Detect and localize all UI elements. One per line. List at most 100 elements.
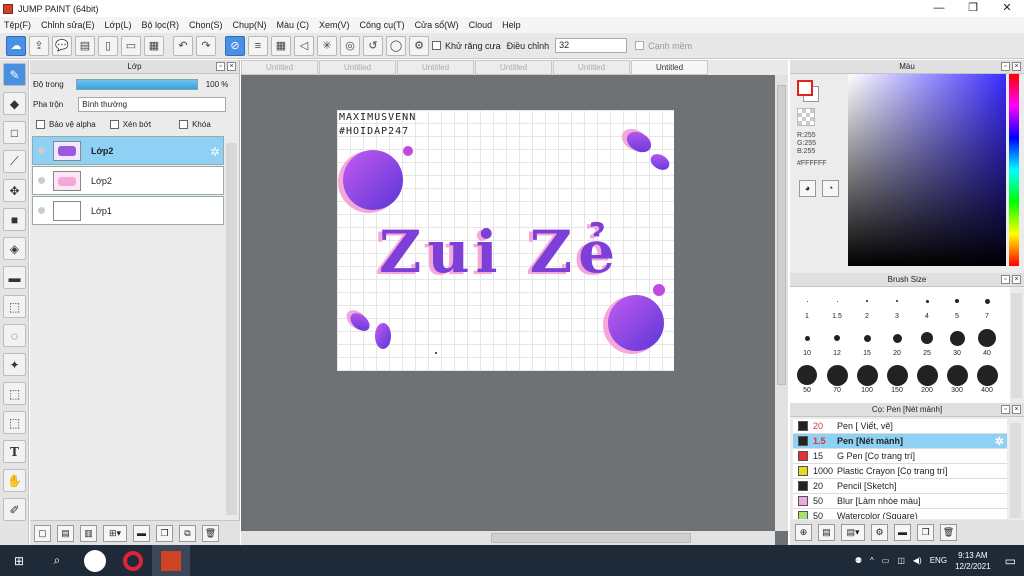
layer-item[interactable]: Lớp2 ✲ [32,136,224,165]
brush-size-option[interactable]: 70 [822,363,852,399]
folder-icon[interactable]: ▬ [133,524,150,542]
battery-icon[interactable]: ▭ [882,556,890,565]
brush-size-option[interactable]: 15 [852,326,882,362]
layer-item[interactable]: Lớp1 [32,196,224,225]
add-layer-menu-icon[interactable]: ⊞▾ [103,524,127,542]
clock[interactable]: 9:13 AM 12/2/2021 [955,550,991,572]
soft-edge-toggle[interactable]: Cạnh mềm [635,41,692,51]
network-icon[interactable]: ◫ [897,556,905,565]
brush-size-option[interactable]: 1.5 [822,289,852,325]
float-icon[interactable]: ▫ [1001,275,1010,284]
layer-scrollbar[interactable] [226,143,237,515]
hue-slider[interactable] [1009,74,1019,266]
gear-icon[interactable]: ✲ [210,145,220,159]
layer-item[interactable]: Lớp2 [32,166,224,195]
duplicate-brush-icon[interactable]: ❐ [917,524,934,541]
document-icon[interactable]: ▭ [121,35,141,56]
pen-list-item[interactable]: 20 Pen [ Viết, vẽ] [793,419,1007,434]
show-hidden-icons-icon[interactable]: ^ [870,556,874,565]
parallel-ruler-icon[interactable]: ≡ [248,35,268,56]
menu-capture[interactable]: Chụp(N) [233,20,267,30]
menu-tools[interactable]: Công cụ(T) [360,20,405,30]
menu-select[interactable]: Chọn(S) [189,20,223,30]
line-tool-icon[interactable]: ⟋ [3,150,26,173]
pen-list-item[interactable]: 1000 Plastic Crayon [Cọ trang trí] [793,464,1007,479]
select-rect-tool-icon[interactable]: ⬚ [3,295,26,318]
adjust-select[interactable]: 32 [555,38,628,53]
close-button[interactable]: ✕ [990,0,1024,17]
blend-select[interactable]: Bình thường [78,96,227,112]
brush-size-option[interactable]: 50 [792,363,822,399]
brush-size-option[interactable]: 3 [882,289,912,325]
search-icon[interactable]: ⌕ [38,545,76,576]
windows-start-icon[interactable]: ⊞ [0,545,38,576]
eyedropper-tool-icon[interactable]: ✐ [3,498,26,521]
rectangle-tool-icon[interactable]: □ [3,121,26,144]
lasso-tool-icon[interactable]: ◌ [3,324,26,347]
menu-cloud[interactable]: Cloud [469,20,493,30]
bucket-tool-icon[interactable]: ◈ [3,237,26,260]
grid-ruler-icon[interactable]: ▦ [271,35,291,56]
notification-icon[interactable]: ▭ [1005,554,1016,568]
brush-size-option[interactable]: 4 [912,289,942,325]
brush-size-option[interactable]: 5 [942,289,972,325]
hand-tool-icon[interactable]: ✋ [3,469,26,492]
brush-size-option[interactable]: 25 [912,326,942,362]
drawing-canvas[interactable]: MAXIMUSVENN #HOIDAP247 Zui Zẻ [337,110,674,371]
pen-list-item[interactable]: 50 Blur [Làm nhòe màu] [793,494,1007,509]
ruler-settings-icon[interactable]: ⚙ [409,35,429,56]
brush-size-option[interactable]: 12 [822,326,852,362]
brush-size-option[interactable]: 1 [792,289,822,325]
volume-icon[interactable]: ◀) [913,556,922,565]
select-pen-tool-icon[interactable]: ⬚ [3,382,26,405]
visibility-icon[interactable] [38,207,45,214]
ellipse-ruler-icon[interactable]: ◯ [386,35,406,56]
brush-size-option[interactable]: 400 [972,363,1002,399]
opacity-slider[interactable] [75,78,198,90]
transparent-color-icon[interactable] [797,108,815,126]
maximize-button[interactable]: ❐ [956,0,990,17]
close-panel-icon[interactable]: × [227,62,236,71]
delete-layer-icon[interactable]: 🗑 [202,524,219,542]
curve-ruler-icon[interactable]: ↺ [363,35,383,56]
brush-size-option[interactable]: 200 [912,363,942,399]
gear-icon[interactable]: ✲ [995,435,1004,448]
palette-edit-icon[interactable]: ◔ [822,180,839,197]
zalo-app-icon[interactable] [76,545,114,576]
close-panel-icon[interactable]: × [1012,405,1021,414]
canvas-horizontal-scrollbar[interactable] [241,531,775,545]
brush-size-scrollbar[interactable] [1011,293,1022,398]
brush-size-option[interactable]: 7 [972,289,1002,325]
menu-edit[interactable]: Chỉnh sửa(E) [41,20,95,30]
delete-brush-icon[interactable]: 🗑 [940,524,957,541]
redo-icon[interactable]: ↷ [196,35,216,56]
canvas-vertical-scrollbar[interactable] [775,75,788,531]
opera-browser-icon[interactable] [114,545,152,576]
menu-layer[interactable]: Lớp(L) [105,20,132,30]
undo-icon[interactable]: ↶ [173,35,193,56]
lock-checkbox[interactable] [179,119,189,129]
brush-folder-icon[interactable]: ▬ [894,524,911,541]
horizontal-scroll-thumb[interactable] [491,533,691,543]
pen-list-item[interactable]: 1.5 Pen [Nét mảnh] ✲ [793,434,1007,449]
menu-file[interactable]: Tệp(F) [4,20,31,30]
document-tab[interactable]: Untitled [241,60,318,75]
new-layer-icon[interactable]: ▢ [34,524,51,542]
pen-list-scrollbar[interactable] [1010,423,1021,518]
brush-size-option[interactable]: 30 [942,326,972,362]
text-tool-icon[interactable]: T [3,440,26,463]
people-icon[interactable]: ⚉ [855,556,862,565]
jump-paint-app-icon[interactable] [152,545,190,576]
grid-settings-icon[interactable]: ▦ [144,35,164,56]
palette-icon[interactable]: ◕ [799,180,816,197]
brush-size-option[interactable]: 20 [882,326,912,362]
pen-list-item[interactable]: 20 Pencil [Sketch] [793,479,1007,494]
comment-icon[interactable]: ▤ [75,35,95,56]
cloud-icon[interactable]: ☁ [6,35,26,56]
document-tab[interactable]: Untitled [553,60,630,75]
add-brush-icon[interactable]: ⊕ [795,524,812,541]
pen-list-item[interactable]: 15 G Pen [Cọ trang trí] [793,449,1007,464]
document-tab-active[interactable]: Untitled [631,60,708,75]
menu-filter[interactable]: Bộ lọc(R) [141,20,179,30]
close-panel-icon[interactable]: × [1012,275,1021,284]
